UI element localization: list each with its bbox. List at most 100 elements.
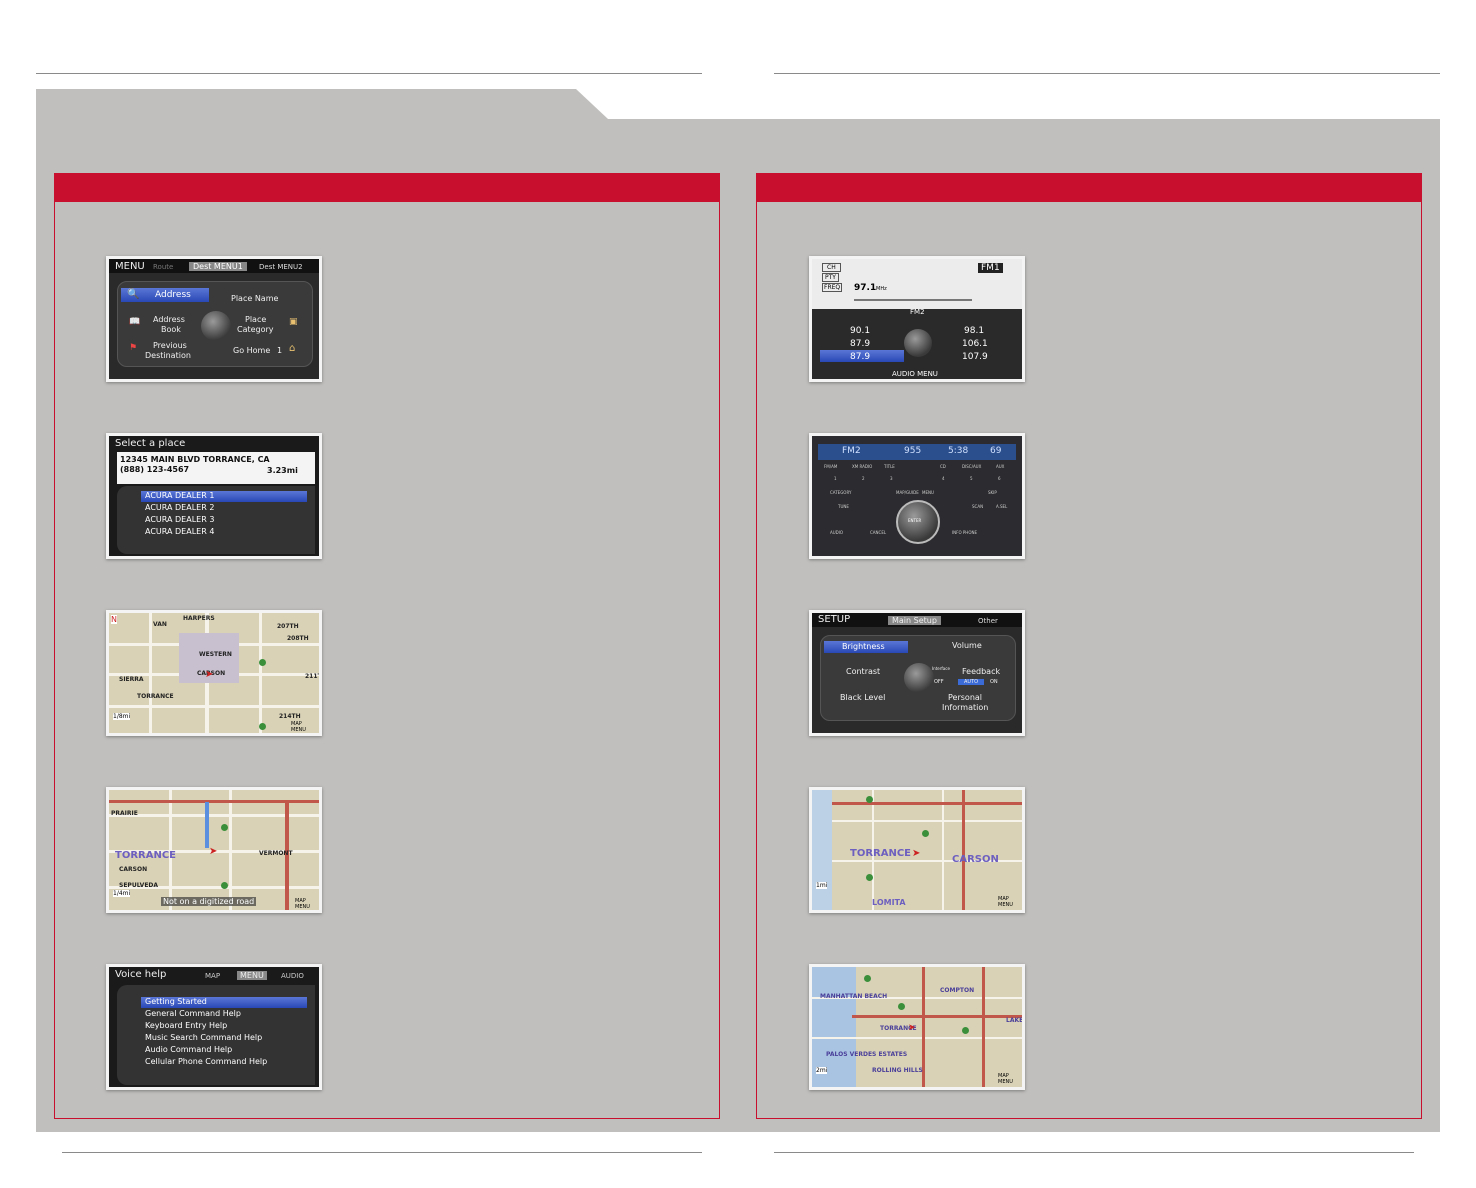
console-clock: 5:38: [948, 446, 969, 456]
map-label: LOMITA: [872, 898, 906, 907]
previous-dest-line2: Destination: [145, 351, 191, 360]
help-item: Getting Started: [141, 997, 307, 1008]
route-shield-icon: [866, 796, 873, 803]
console-band: FM2: [842, 446, 861, 456]
vehicle-arrow-icon: ➤: [209, 846, 218, 857]
control-knob: [904, 329, 932, 357]
dest-menu1-tab: Dest MENU1: [189, 262, 247, 271]
map-menu-label: MAP MENU: [998, 1073, 1013, 1085]
bottom-rule-right: [774, 1152, 1414, 1153]
place-address: 12345 MAIN BLVD TORRANCE, CA: [120, 455, 270, 464]
preset-button: 6: [998, 476, 1001, 481]
map-label: CARSON: [952, 854, 999, 865]
audio-menu-label: AUDIO MENU: [892, 370, 938, 378]
help-item: Keyboard Entry Help: [145, 1021, 228, 1030]
preset: 90.1: [850, 326, 871, 336]
control-knob: [904, 663, 934, 693]
help-item: General Command Help: [145, 1009, 241, 1018]
scan-button: SCAN: [972, 504, 984, 509]
skip-button: SKIP: [988, 490, 997, 495]
route-shield-icon: [922, 830, 929, 837]
magnifier-icon: 🔍: [127, 289, 140, 300]
map-menu-label: MAP MENU: [295, 898, 310, 910]
category-icon: ▣: [289, 317, 298, 327]
preset-button: 1: [834, 476, 837, 481]
preset-button: 4: [942, 476, 945, 481]
right-panel-header: [757, 174, 1421, 202]
vehicle-arrow-icon: ➤: [908, 1023, 916, 1033]
help-item: Audio Command Help: [145, 1045, 233, 1054]
enter-button: ENTER: [908, 518, 922, 523]
route-shield-icon: [866, 874, 873, 881]
top-rule-left: [36, 73, 702, 74]
console-button: AUX: [996, 464, 1005, 469]
map-scale: 1mi: [816, 882, 828, 889]
background-cutout-corner: [576, 89, 608, 119]
place-result: ACURA DEALER 2: [145, 503, 215, 512]
map-label: 214TH: [279, 713, 301, 720]
menu-tab: MENU: [237, 971, 267, 980]
other-tab: Other: [978, 617, 998, 625]
route-shield-icon: [864, 975, 871, 982]
map-label: TORRANCE: [115, 850, 177, 861]
route-shield-icon: [259, 723, 266, 730]
console-temp: 69: [990, 446, 1002, 456]
preset-button: 3: [890, 476, 893, 481]
frequency: 97.1: [854, 283, 877, 293]
a-sel-button: A.SEL: [996, 504, 1008, 509]
contrast-item: Contrast: [846, 667, 881, 676]
menu-button: MENU: [922, 490, 934, 495]
volume-item: Volume: [952, 641, 982, 650]
compass-icon: N: [111, 615, 117, 624]
map-label: MANHATTAN BEACH: [820, 993, 888, 1000]
map-label: ROLLING HILLS: [872, 1067, 923, 1074]
map-label: SEPULVEDA: [119, 882, 159, 889]
frequency-unit: MHz: [876, 286, 887, 292]
route-tab: Route: [153, 263, 174, 271]
console-button: FM/AM: [824, 464, 838, 469]
coast-map-screenshot: MANHATTAN BEACH COMPTON TORRANCE PALOS V…: [809, 964, 1025, 1090]
voice-help-screenshot: Voice help MAP MENU AUDIO Getting Starte…: [106, 964, 322, 1090]
setup-screenshot: SETUP Main Setup Other Brightness Volume…: [809, 610, 1025, 736]
info-phone-button: INFO PHONE: [952, 530, 977, 535]
place-distance: 3.23mi: [267, 466, 298, 475]
place-phone: (888) 123-4567: [120, 465, 190, 474]
map-tab: MAP: [205, 972, 221, 980]
flag-icon: ⚑: [129, 343, 138, 353]
map-label: PALOS VERDES ESTATES: [826, 1051, 908, 1058]
place-category-line2: Category: [237, 325, 274, 334]
console-button: TITLE: [884, 464, 895, 469]
place-name-item: Place Name: [231, 294, 279, 303]
previous-dest-line1: Previous: [153, 341, 187, 350]
help-item: Cellular Phone Command Help: [145, 1057, 268, 1066]
place-category-line1: Place: [245, 315, 267, 324]
route-status: Not on a digitized road: [161, 897, 257, 906]
setup-title: SETUP: [818, 614, 851, 625]
console-frequency: 955: [904, 446, 922, 456]
book-icon: 📖: [129, 317, 141, 327]
go-home-item: Go Home: [233, 346, 271, 355]
dest-menu2-tab: Dest MENU2: [259, 263, 303, 271]
audio-button: AUDIO: [830, 530, 844, 535]
console-button: XM RADIO: [852, 464, 873, 469]
main-setup-tab: Main Setup: [888, 616, 941, 625]
preset: 107.9: [962, 352, 988, 362]
audio-tab: AUDIO: [281, 972, 304, 980]
on-option: ON: [990, 679, 998, 685]
control-knob: [201, 311, 231, 341]
map-label: COMPTON: [940, 987, 975, 994]
left-panel-header: [55, 174, 719, 202]
route-shield-icon: [962, 1027, 969, 1034]
cancel-button: CANCEL: [870, 530, 887, 535]
map-label: VAN: [153, 621, 167, 628]
preset-button: 5: [970, 476, 973, 481]
vehicle-arrow-icon: ➤: [205, 669, 214, 680]
band2-label: FM2: [910, 308, 925, 316]
select-place-title: Select a place: [115, 438, 186, 449]
street-map-screenshot: HARPERS 207TH 208TH SIERRA TORRANCE 211T…: [106, 610, 322, 736]
preset: 87.9: [850, 352, 871, 362]
route-shield-icon: [898, 1003, 905, 1010]
vehicle-arrow-icon: ➤: [912, 848, 921, 859]
band-label: FM1: [978, 263, 1003, 273]
map-scale: 1/8mi: [113, 713, 131, 720]
